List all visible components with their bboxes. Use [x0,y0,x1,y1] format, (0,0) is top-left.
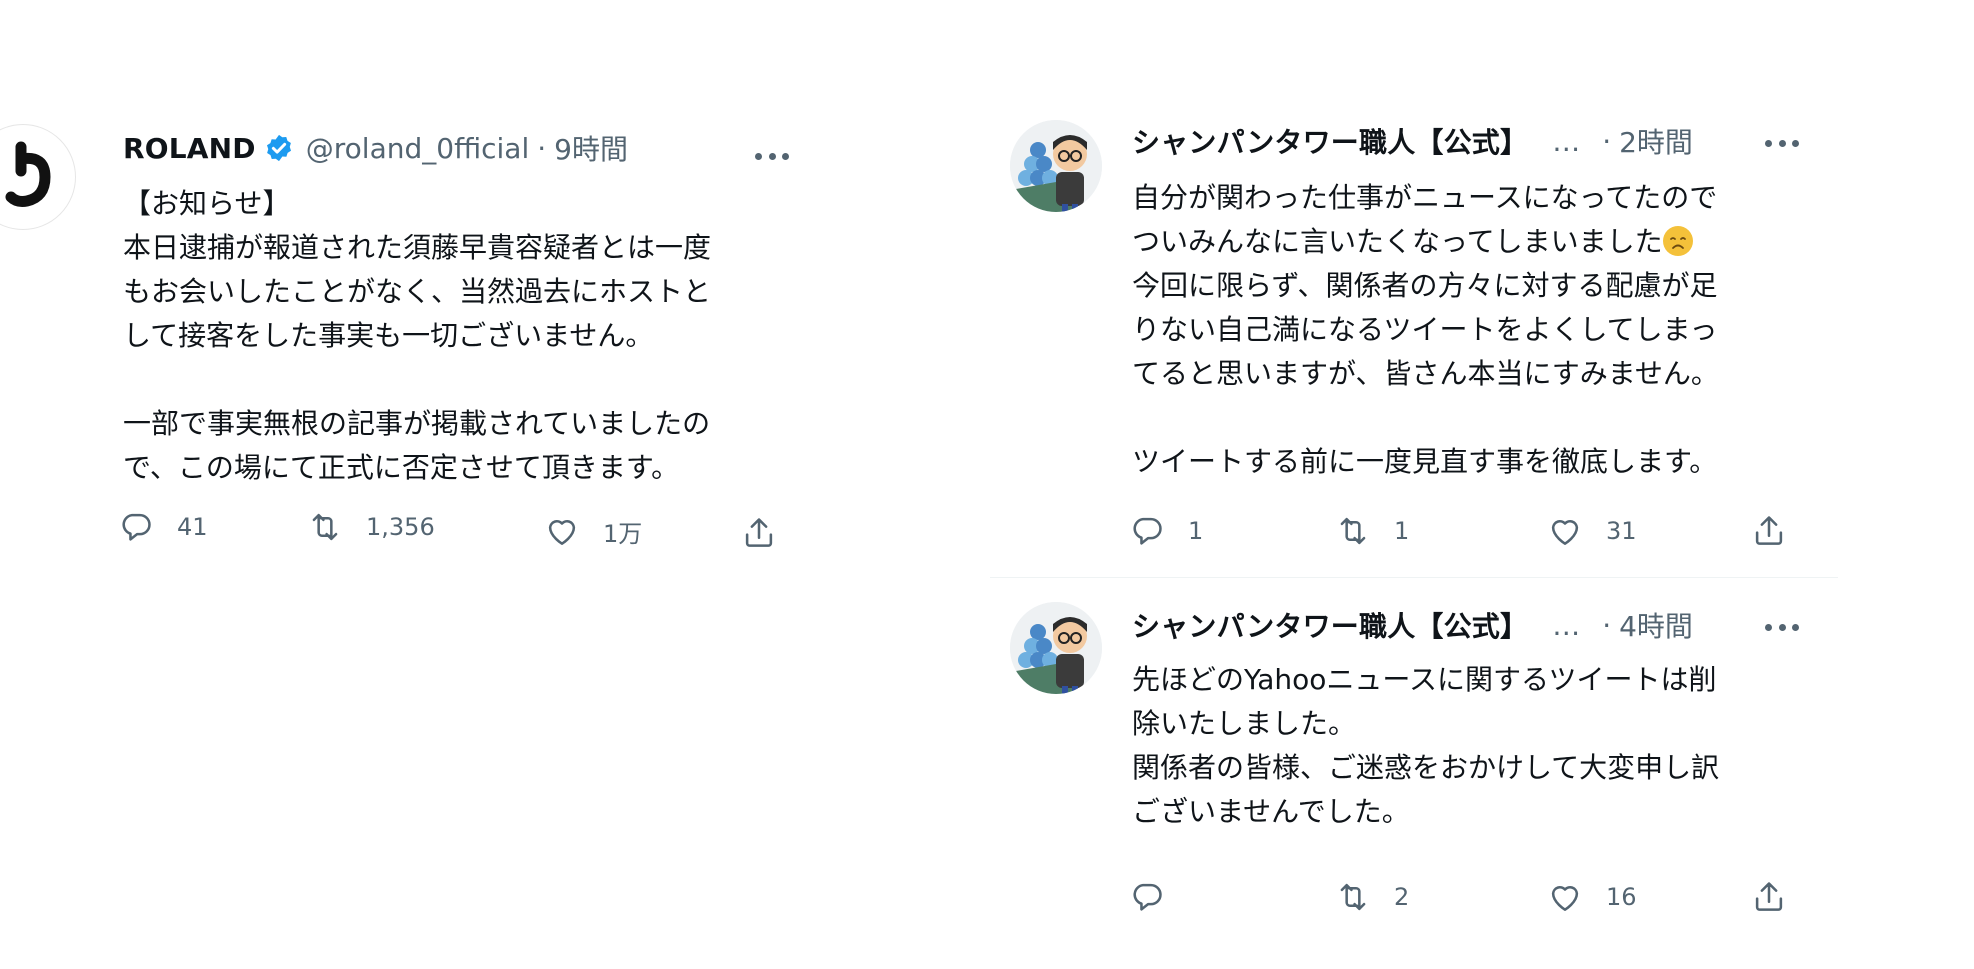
reply-icon [1133,883,1162,911]
tweet-line-with-emoji: ついみんなに言いたくなってしまいました [1132,220,1832,264]
share-icon [745,518,773,547]
timestamp[interactable]: 4時間 [1619,605,1693,645]
share-button[interactable] [1750,512,1788,550]
display-name[interactable]: シャンパンタワー職人【公式】 [1132,605,1528,645]
tweet-line: ツイートする前に一度見直す事を徹底します。 [1132,445,1718,478]
name-ellipsis: … [1552,124,1581,158]
name-ellipsis: … [1552,608,1581,642]
tweet-roland[interactable]: ROLAND @roland_0fficial · 9時間 【お知らせ】 本日逮… [0,0,820,560]
retweet-count: 1,356 [366,513,435,541]
display-name[interactable]: シャンパンタワー職人【公式】 [1132,121,1528,161]
avatar[interactable] [0,124,76,230]
tweet-line: 今回に限らず、関係者の方々に対する配慮が足 [1132,269,1718,302]
heart-icon [1551,520,1579,545]
tweet-divider [990,577,1838,578]
tweet-line: して接客をした事実も一切ございません。 [123,319,654,352]
tweet-text: 先ほどのYahooニュースに関するツイートは削 除いたしました。 関係者の皆様、… [1132,658,1832,834]
heart-icon [1551,886,1579,911]
tweet-line: ございませんでした。 [1132,795,1410,828]
like-count: 1万 [603,519,643,548]
timestamp[interactable]: 2時間 [1619,121,1693,161]
tweet-line-text: ついみんなに言いたくなってしまいました [1132,225,1663,258]
tweet-text: 自分が関わった仕事がニュースになってたので ついみんなに言いたくなってしまいまし… [1132,176,1832,484]
tweet-line: 除いたしました。 [1132,707,1357,740]
separator-dot: · [1602,608,1612,642]
share-button[interactable] [1750,878,1788,916]
tweet-champagne-2[interactable]: シャンパンタワー職人【公式】 … · 4時間 先ほどのYahooニュースに関する… [990,582,1850,942]
reply-button[interactable] [1128,878,1166,916]
like-count: 16 [1606,883,1637,911]
avatar[interactable] [1010,120,1102,212]
timestamp[interactable]: 9時間 [554,128,628,168]
retweet-count: 1 [1394,517,1410,545]
tweet-line: もお会いしたことがなく、当然過去にホストと [123,275,712,308]
retweet-button[interactable]: 1 [1334,512,1409,550]
retweet-count: 2 [1394,883,1410,911]
tweet-line: てると思いますが、皆さん本当にすみません。 [1132,357,1719,390]
tweet-line: 一部で事実無根の記事が掲載されていましたの [123,407,711,440]
share-icon [1755,882,1783,911]
tweet-line: 本日逮捕が報道された須藤早貴容疑者とは一度 [123,231,712,264]
avatar-illustration-icon [1010,602,1102,694]
handle[interactable]: @roland_0fficial [306,132,529,165]
display-name[interactable]: ROLAND [123,132,256,165]
tweet-line: で、この場にて正式に否定させて頂きます。 [123,451,680,484]
more-options-icon[interactable] [1765,138,1799,148]
tweet-text: 【お知らせ】 本日逮捕が報道された須藤早貴容疑者とは一度 もお会いしたことがなく… [123,182,803,490]
retweet-button[interactable]: 1,356 [306,508,435,546]
tweet-line: 関係者の皆様、ご迷惑をおかけして大変申し訳 [1132,751,1720,784]
tweet-line: 先ほどのYahooニュースに関するツイートは削 [1132,663,1717,696]
tweet-header: シャンパンタワー職人【公式】 … · 2時間 [1132,120,1693,162]
roland-logo-icon [5,141,51,207]
separator-dot: · [1602,124,1612,158]
like-button[interactable]: 1万 [543,512,642,550]
retweet-icon [312,513,338,541]
like-count: 31 [1606,517,1637,545]
tweet-line: 【お知らせ】 [123,187,291,220]
verified-badge-icon [266,134,291,162]
tweet-header: シャンパンタワー職人【公式】 … · 4時間 [1132,604,1693,646]
tweet-champagne-1[interactable]: シャンパンタワー職人【公式】 … · 2時間 自分が関わった仕事がニュースになっ… [990,100,1850,570]
avatar[interactable] [1010,602,1102,694]
share-button[interactable] [740,514,778,552]
retweet-button[interactable]: 2 [1334,878,1409,916]
disappointed-face-icon [1662,226,1693,256]
reply-icon [122,513,151,541]
more-options-icon[interactable] [755,151,789,161]
tweet-line: りない自己満になるツイートをよくしてしまっ [1132,313,1718,346]
heart-icon [548,520,576,545]
tweet-line: 自分が関わった仕事がニュースになってたので [1132,181,1718,214]
retweet-icon [1340,883,1366,911]
tweet-header: ROLAND @roland_0fficial · 9時間 [123,128,628,168]
retweet-icon [1340,517,1366,545]
reply-button[interactable]: 1 [1128,512,1203,550]
share-icon [1755,516,1783,545]
like-button[interactable]: 16 [1546,878,1637,916]
reply-button[interactable]: 41 [117,508,208,546]
avatar-illustration-icon [1010,120,1102,212]
like-button[interactable]: 31 [1546,512,1637,550]
reply-count: 1 [1188,517,1204,545]
separator-dot: · [537,131,547,165]
reply-count: 41 [177,513,208,541]
more-options-icon[interactable] [1765,622,1799,632]
reply-icon [1133,517,1162,545]
